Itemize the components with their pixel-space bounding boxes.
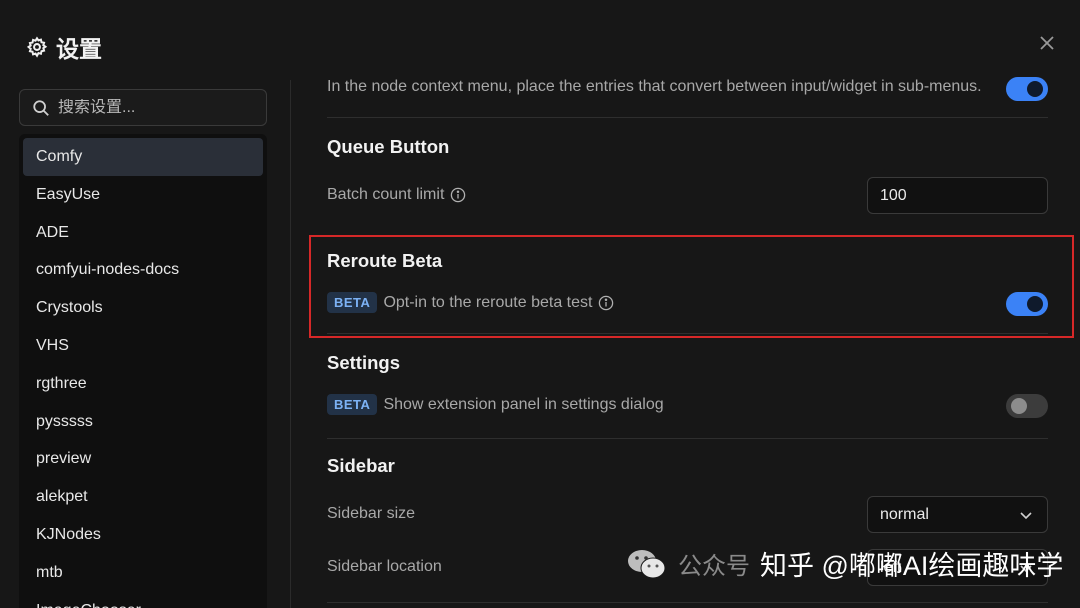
watermark-text: 知乎 @嘟嘟AI绘画趣味学 [760, 551, 1064, 581]
category-item-imagechooser[interactable]: ImageChooser [23, 592, 263, 608]
toggle-knob [1027, 296, 1043, 312]
sidebar-location-text: Sidebar location [327, 558, 442, 575]
batch-count-label: Batch count limit [327, 186, 466, 204]
sidebar-size-value: normal [880, 505, 929, 523]
info-icon[interactable] [450, 187, 466, 203]
batch-count-text: Batch count limit [327, 186, 445, 203]
category-item-crystools[interactable]: Crystools [23, 289, 263, 327]
chevron-down-icon [1020, 512, 1032, 520]
section-divider [327, 117, 1048, 118]
category-item-alekpet[interactable]: alekpet [23, 478, 263, 516]
watermark-brand: 公众号 [678, 553, 750, 580]
category-item-kjnodes[interactable]: KJNodes [23, 516, 263, 554]
queue-button-section-title: Queue Button [327, 136, 450, 157]
sidebar-size-text: Sidebar size [327, 505, 416, 522]
sidebar-size-select[interactable]: normal [867, 496, 1048, 533]
category-item-vhs[interactable]: VHS [23, 327, 263, 365]
search-icon [33, 99, 49, 116]
category-item-comfy[interactable]: Comfy [23, 138, 263, 176]
batch-count-input[interactable] [880, 186, 1030, 205]
category-item-preview[interactable]: preview [23, 440, 263, 478]
category-item-pysssss[interactable]: pysssss [23, 403, 263, 441]
beta-badge: BETA [327, 394, 378, 415]
reroute-section-title: Reroute Beta [327, 250, 443, 271]
category-list: Comfy EasyUse ADE comfyui-nodes-docs Cry… [19, 134, 267, 608]
settings-section-title: Settings [327, 352, 400, 373]
category-item-ade[interactable]: ADE [23, 214, 263, 252]
beta-badge: BETA [327, 292, 378, 313]
batch-count-field[interactable] [867, 177, 1048, 214]
extension-panel-toggle[interactable] [1006, 394, 1048, 418]
context-menu-setting-text: In the node context menu, place the entr… [327, 78, 982, 95]
toggle-knob [1027, 81, 1043, 97]
category-item-mtb[interactable]: mtb [23, 554, 263, 592]
category-item-easyuse[interactable]: EasyUse [23, 176, 263, 214]
watermark: 公众号 知乎 @嘟嘟AI绘画趣味学 [626, 544, 1063, 583]
section-divider [327, 333, 1048, 334]
sidebar-size-label: Sidebar size [327, 505, 415, 523]
panel-divider [290, 80, 291, 608]
section-divider [327, 438, 1048, 439]
dialog-title-text: 设置 [56, 36, 102, 62]
sidebar-location-label: Sidebar location [327, 558, 442, 576]
extension-panel-setting-label: BETA Show extension panel in settings di… [327, 394, 664, 415]
context-menu-toggle[interactable] [1006, 77, 1048, 101]
settings-content: In the node context menu, place the entr… [327, 0, 1048, 608]
context-menu-setting-label: In the node context menu, place the entr… [327, 78, 982, 96]
info-icon[interactable] [598, 295, 614, 311]
reroute-toggle[interactable] [1006, 292, 1048, 316]
reroute-setting-text: Opt-in to the reroute beta test [383, 293, 593, 311]
wechat-icon [628, 549, 666, 578]
search-box[interactable] [19, 89, 267, 126]
sidebar-section-title: Sidebar [327, 455, 395, 476]
toggle-knob [1011, 398, 1027, 414]
extension-panel-setting-text: Show extension panel in settings dialog [383, 395, 664, 413]
section-divider [327, 602, 1048, 603]
reroute-setting-label: BETA Opt-in to the reroute beta test [327, 292, 614, 313]
category-item-rgthree[interactable]: rgthree [23, 365, 263, 403]
search-input[interactable] [58, 98, 248, 117]
gear-icon [26, 36, 48, 58]
category-item-comfyui-nodes-docs[interactable]: comfyui-nodes-docs [23, 251, 263, 289]
dialog-title: 设置 [26, 30, 102, 64]
